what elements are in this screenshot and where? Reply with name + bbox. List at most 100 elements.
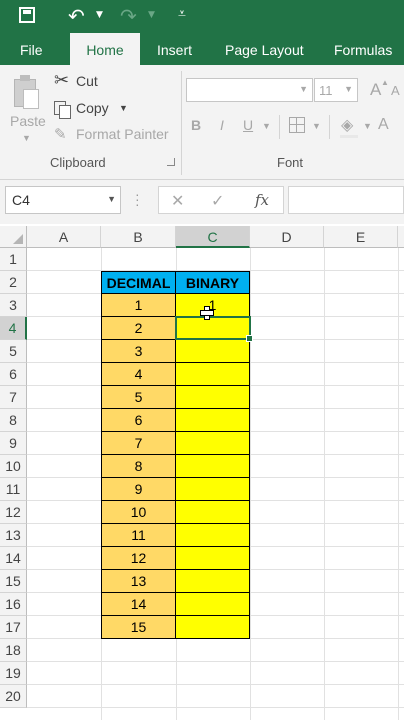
underline-dropdown-icon[interactable]: ▼ xyxy=(262,121,271,131)
row-header-16[interactable]: 16 xyxy=(0,593,27,616)
cell-decimal-value[interactable]: 1 xyxy=(101,294,176,317)
undo-icon[interactable]: ↶ xyxy=(68,4,85,28)
tab-file[interactable]: File xyxy=(20,33,43,65)
clipboard-dialog-launcher-icon[interactable] xyxy=(167,158,175,166)
row-header-6[interactable]: 6 xyxy=(0,363,27,386)
column-header-c[interactable]: C xyxy=(176,226,250,248)
cell-decimal-value[interactable]: 12 xyxy=(101,547,176,570)
borders-dropdown-icon[interactable]: ▼ xyxy=(312,121,321,131)
cell-c2-binary-header[interactable]: BINARY xyxy=(176,271,250,294)
tab-insert[interactable]: Insert xyxy=(157,33,192,65)
cell-decimal-value[interactable]: 14 xyxy=(101,593,176,616)
redo-dropdown-icon[interactable]: ▼ xyxy=(148,10,155,20)
cell-decimal-value[interactable]: 4 xyxy=(101,363,176,386)
cell-binary-value[interactable] xyxy=(176,409,250,432)
paste-icon[interactable] xyxy=(12,75,39,109)
row-header-2[interactable]: 2 xyxy=(0,271,27,294)
tab-page-layout[interactable]: Page Layout xyxy=(225,33,304,65)
cell-decimal-value[interactable]: 15 xyxy=(101,616,176,639)
font-name-input[interactable]: ▼ xyxy=(186,78,313,102)
cell-binary-value[interactable] xyxy=(176,616,250,639)
cut-icon[interactable]: ✂ xyxy=(54,70,69,91)
row-header-12[interactable]: 12 xyxy=(0,501,27,524)
row-header-15[interactable]: 15 xyxy=(0,570,27,593)
undo-dropdown-icon[interactable]: ▼ xyxy=(96,10,103,20)
formula-input[interactable] xyxy=(288,186,404,214)
font-name-dropdown-icon[interactable]: ▼ xyxy=(299,84,308,94)
cell-decimal-value[interactable]: 6 xyxy=(101,409,176,432)
column-header-a[interactable]: A xyxy=(27,226,101,248)
select-all-button[interactable] xyxy=(0,226,27,248)
fill-color-icon[interactable]: ◈ xyxy=(341,115,353,134)
format-painter-button[interactable]: Format Painter xyxy=(76,126,169,142)
name-box-dropdown-icon[interactable]: ▼ xyxy=(107,194,116,204)
font-size-input[interactable]: 11 ▼ xyxy=(314,78,358,102)
column-header-e[interactable]: E xyxy=(324,226,398,248)
cell-decimal-value[interactable]: 2 xyxy=(101,317,176,340)
cancel-icon[interactable]: ✕ xyxy=(171,191,184,210)
cell-binary-value[interactable] xyxy=(176,593,250,616)
fill-handle[interactable] xyxy=(246,335,253,342)
cell-binary-value[interactable] xyxy=(176,524,250,547)
column-header-b[interactable]: B xyxy=(101,226,176,248)
cell-binary-value[interactable] xyxy=(176,386,250,409)
cell-decimal-value[interactable]: 3 xyxy=(101,340,176,363)
cell-b2-decimal-header[interactable]: DECIMAL xyxy=(101,271,176,294)
cell-binary-value[interactable] xyxy=(176,547,250,570)
row-header-10[interactable]: 10 xyxy=(0,455,27,478)
column-header-f[interactable] xyxy=(398,226,404,248)
cell-decimal-value[interactable]: 10 xyxy=(101,501,176,524)
grow-font-button[interactable]: A xyxy=(370,80,381,100)
row-header-4[interactable]: 4 xyxy=(0,317,27,340)
row-header-11[interactable]: 11 xyxy=(0,478,27,501)
row-header-13[interactable]: 13 xyxy=(0,524,27,547)
format-painter-icon[interactable]: ✎ xyxy=(54,125,67,143)
cell-binary-value[interactable] xyxy=(176,455,250,478)
row-header-3[interactable]: 3 xyxy=(0,294,27,317)
cut-button[interactable]: Cut xyxy=(76,73,98,89)
name-box[interactable]: C4 ▼ xyxy=(5,186,121,214)
row-header-8[interactable]: 8 xyxy=(0,409,27,432)
row-header-20[interactable]: 20 xyxy=(0,685,27,708)
cell-decimal-value[interactable]: 13 xyxy=(101,570,176,593)
cell-decimal-value[interactable]: 5 xyxy=(101,386,176,409)
insert-function-icon[interactable]: fx xyxy=(255,191,269,209)
paste-dropdown-icon[interactable]: ▼ xyxy=(22,133,31,143)
cell-decimal-value[interactable]: 9 xyxy=(101,478,176,501)
cell-binary-value[interactable] xyxy=(176,340,250,363)
fill-color-dropdown-icon[interactable]: ▼ xyxy=(363,121,372,131)
underline-button[interactable]: U xyxy=(243,117,253,133)
redo-icon[interactable]: ↷ xyxy=(120,4,137,28)
column-header-d[interactable]: D xyxy=(250,226,324,248)
save-icon[interactable] xyxy=(19,7,35,23)
tab-home[interactable]: Home xyxy=(70,33,140,65)
copy-dropdown-icon[interactable]: ▼ xyxy=(119,103,128,113)
shrink-font-button[interactable]: A xyxy=(391,83,400,98)
cell-binary-value[interactable] xyxy=(176,478,250,501)
row-header-14[interactable]: 14 xyxy=(0,547,27,570)
cell-binary-value[interactable] xyxy=(176,363,250,386)
cell-decimal-value[interactable]: 8 xyxy=(101,455,176,478)
copy-icon[interactable] xyxy=(54,101,71,119)
row-header-17[interactable]: 17 xyxy=(0,616,27,639)
cell-decimal-value[interactable]: 7 xyxy=(101,432,176,455)
row-header-5[interactable]: 5 xyxy=(0,340,27,363)
font-color-icon[interactable]: A xyxy=(378,116,389,134)
row-header-18[interactable]: 18 xyxy=(0,639,27,662)
customize-icon[interactable]: ⩡ xyxy=(178,6,186,22)
row-header-19[interactable]: 19 xyxy=(0,662,27,685)
paste-button[interactable]: Paste xyxy=(10,113,46,129)
borders-icon[interactable] xyxy=(289,117,305,133)
font-size-dropdown-icon[interactable]: ▼ xyxy=(344,84,353,94)
row-header-1[interactable]: 1 xyxy=(0,248,27,271)
cell-binary-value[interactable] xyxy=(176,432,250,455)
cell-binary-value[interactable] xyxy=(176,501,250,524)
cell-binary-value[interactable] xyxy=(176,570,250,593)
row-header-9[interactable]: 9 xyxy=(0,432,27,455)
enter-icon[interactable]: ✓ xyxy=(211,191,224,210)
bold-button[interactable]: B xyxy=(191,117,201,133)
row-header-7[interactable]: 7 xyxy=(0,386,27,409)
italic-button[interactable]: I xyxy=(220,117,224,133)
cell-decimal-value[interactable]: 11 xyxy=(101,524,176,547)
tab-formulas[interactable]: Formulas xyxy=(334,33,392,65)
